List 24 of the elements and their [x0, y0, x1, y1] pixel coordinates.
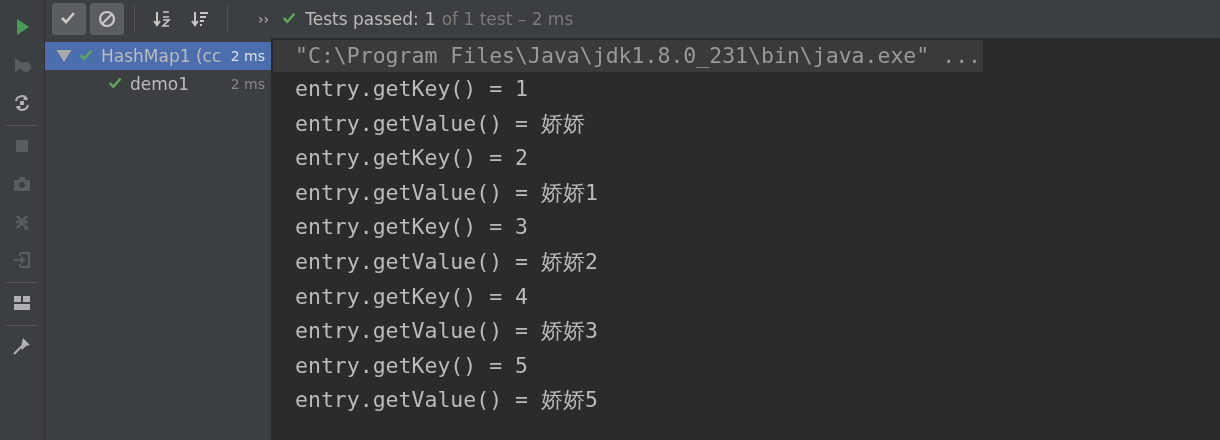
console-line: entry.getKey() = 4 — [295, 282, 529, 311]
rerun-cycle-icon[interactable] — [12, 93, 32, 113]
prohibited-icon — [97, 9, 117, 29]
console-line: entry.getValue() = 娇娇 — [295, 109, 586, 138]
test-tree-item[interactable]: demo1 2 ms — [45, 70, 271, 98]
console-line: entry.getValue() = 娇娇2 — [295, 247, 599, 276]
console-line: entry.getKey() = 5 — [295, 351, 529, 380]
test-tree-item[interactable]: HashMap1 (cc 2 ms — [45, 42, 271, 70]
console-line: entry.getKey() = 1 — [295, 75, 529, 103]
sort-alpha-icon — [152, 9, 172, 29]
status-count: 1 — [424, 9, 436, 29]
console-line: entry.getValue() = 娇娇5 — [295, 386, 599, 415]
sort-duration-icon — [190, 9, 210, 29]
status-label: Tests passed: — [305, 9, 419, 29]
console-line: entry.getKey() = 3 — [295, 213, 529, 242]
console-line: entry.getValue() = 娇娇3 — [295, 317, 599, 346]
status-detail: of 1 test – 2 ms — [441, 9, 574, 29]
more-button[interactable]: ›› — [258, 11, 270, 27]
filter-toggle[interactable] — [90, 3, 124, 35]
layout-icon[interactable] — [12, 293, 32, 313]
console-line: entry.getKey() = 2 — [295, 144, 529, 173]
pin-icon[interactable] — [12, 336, 32, 356]
console-line: entry.getValue() = 娇娇1 — [295, 178, 599, 207]
filter-toggle[interactable] — [52, 3, 86, 35]
